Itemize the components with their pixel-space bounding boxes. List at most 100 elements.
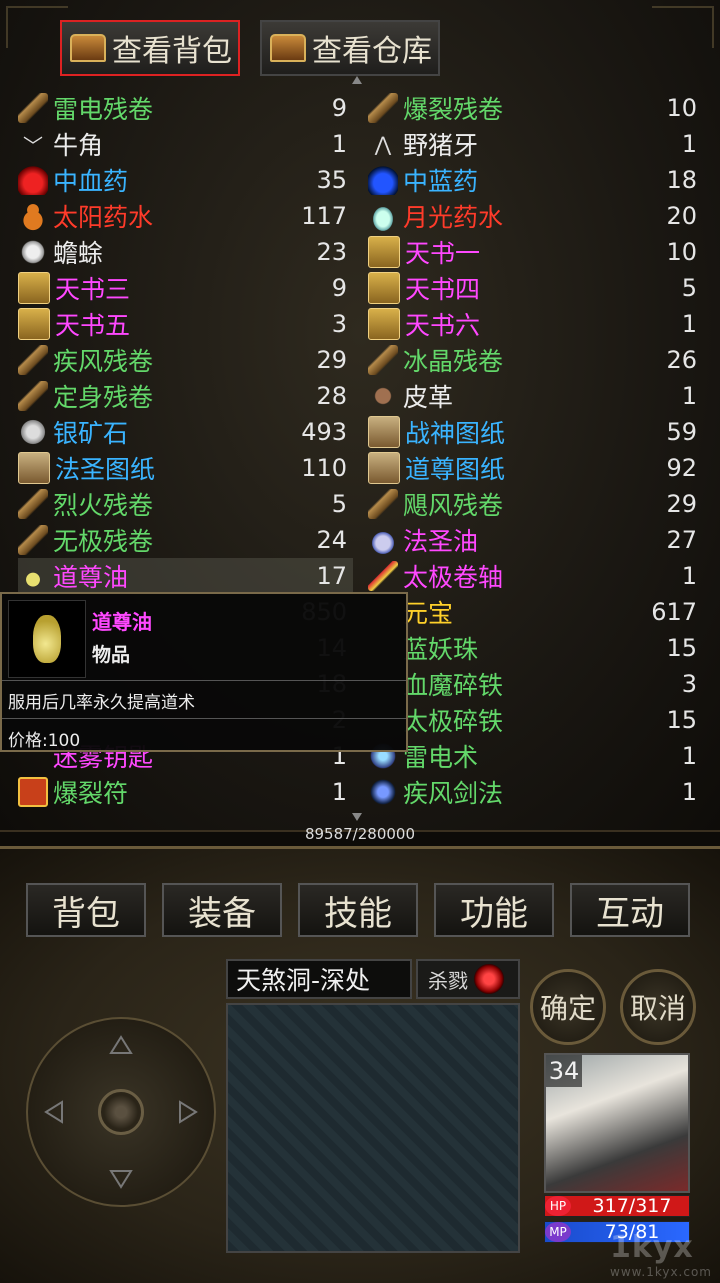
inventory-item[interactable]: 元宝 617 <box>368 594 703 630</box>
inventory-item[interactable]: 血魔碎铁 3 <box>368 666 703 702</box>
control-panel: 背包 装备 技能 功能 互动 天煞洞-深处 杀戮 确定 取消 34 HP 317… <box>0 846 720 1283</box>
item-count: 9 <box>331 94 347 122</box>
inventory-item[interactable]: 月光药水 20 <box>368 198 703 234</box>
whiteoil-icon <box>368 525 398 555</box>
skull-icon <box>474 964 504 994</box>
item-preview <box>8 600 86 678</box>
item-name: 天书一 <box>405 239 481 268</box>
hp-label: HP <box>545 1196 571 1216</box>
item-name: 定身残卷 <box>53 383 154 412</box>
chat-area[interactable] <box>226 1003 520 1253</box>
tab-view-bag[interactable]: 查看背包 <box>60 20 240 76</box>
inventory-item[interactable]: 冰晶残卷 26 <box>368 342 703 378</box>
inventory-item[interactable]: 中血药 35 <box>18 162 353 198</box>
scroll-up-arrow-icon <box>352 76 362 84</box>
item-name: 战神图纸 <box>405 419 506 448</box>
virtual-joystick[interactable] <box>26 1017 216 1207</box>
inventory-item[interactable]: 太极碎铁 15 <box>368 702 703 738</box>
inventory-item[interactable]: 太极卷轴 1 <box>368 558 703 594</box>
item-name: 太极碎铁 <box>403 707 504 736</box>
inventory-item[interactable]: 道尊油 17 <box>18 558 353 594</box>
tooltip-description: 服用后几率永久提高道术 <box>8 693 195 713</box>
item-count: 28 <box>316 382 347 410</box>
player-portrait[interactable]: 34 <box>544 1053 690 1193</box>
oil-bottle-icon <box>33 615 61 663</box>
item-count: 3 <box>681 670 697 698</box>
inventory-item[interactable]: 道尊图纸 92 <box>368 450 703 486</box>
kill-mode-button[interactable]: 杀戮 <box>416 959 520 999</box>
menu-skills-button[interactable]: 技能 <box>298 883 418 937</box>
inventory-item[interactable]: ⋀ 野猪牙 1 <box>368 126 703 162</box>
confirm-button[interactable]: 确定 <box>530 969 606 1045</box>
scroll-icon <box>18 345 48 375</box>
item-name: 牛角 <box>53 131 104 160</box>
item-name: 天书五 <box>55 311 131 340</box>
ore-icon <box>18 417 48 447</box>
inventory-item[interactable]: 爆裂符 1 <box>18 774 353 810</box>
inventory-item[interactable]: 天书四 5 <box>368 270 703 306</box>
inventory-item[interactable]: 中蓝药 18 <box>368 162 703 198</box>
item-count: 20 <box>666 202 697 230</box>
item-count: 3 <box>331 310 347 338</box>
talisman-icon <box>18 777 48 807</box>
inventory-item[interactable]: 飓风残卷 29 <box>368 486 703 522</box>
scroll-icon <box>18 489 48 519</box>
item-count: 15 <box>666 634 697 662</box>
inventory-item[interactable]: 法圣图纸 110 <box>18 450 353 486</box>
corner-ornament <box>652 6 714 48</box>
chest-icon <box>270 34 306 62</box>
scroll-down-arrow-icon <box>352 813 362 821</box>
item-count: 5 <box>331 490 347 518</box>
item-name: 冰晶残卷 <box>403 347 504 376</box>
hp-bar: HP 317/317 <box>544 1195 690 1217</box>
inventory-item[interactable]: 蓝妖珠 15 <box>368 630 703 666</box>
item-count: 10 <box>666 238 697 266</box>
spell2-icon <box>368 777 398 807</box>
inventory-item[interactable]: 爆裂残卷 10 <box>368 90 703 126</box>
item-tooltip: 道尊油 物品 服用后几率永久提高道术 价格:100 <box>0 592 408 752</box>
inventory-item[interactable]: 天书五 3 <box>18 306 353 342</box>
inventory-item[interactable]: ﹀ 牛角 1 <box>18 126 353 162</box>
kill-mode-label: 杀戮 <box>428 968 468 993</box>
inventory-item[interactable]: 定身残卷 28 <box>18 378 353 414</box>
cancel-button[interactable]: 取消 <box>620 969 696 1045</box>
item-name: 太阳药水 <box>53 203 154 232</box>
item-count: 9 <box>331 274 347 302</box>
centipede-icon <box>18 237 48 267</box>
inventory-item[interactable]: 战神图纸 59 <box>368 414 703 450</box>
inventory-item[interactable]: 蟾蜍 23 <box>18 234 353 270</box>
menu-interact-button[interactable]: 互动 <box>570 883 690 937</box>
inventory-item[interactable]: 疾风剑法 1 <box>368 774 703 810</box>
inventory-item[interactable]: 烈火残卷 5 <box>18 486 353 522</box>
menu-equipment-button[interactable]: 装备 <box>162 883 282 937</box>
inventory-item[interactable]: 天书三 9 <box>18 270 353 306</box>
joystick-knob[interactable] <box>98 1089 144 1135</box>
item-count: 26 <box>666 346 697 374</box>
inventory-item[interactable]: 天书六 1 <box>368 306 703 342</box>
item-name: 银矿石 <box>53 419 129 448</box>
scroll-icon <box>368 345 398 375</box>
inventory-item[interactable]: 皮革 1 <box>368 378 703 414</box>
inventory-item[interactable]: 雷电残卷 9 <box>18 90 353 126</box>
inventory-item[interactable]: 太阳药水 117 <box>18 198 353 234</box>
inventory-item[interactable]: 天书一 10 <box>368 234 703 270</box>
inventory-item[interactable]: 雷电术 1 <box>368 738 703 774</box>
inventory-item[interactable]: 法圣油 27 <box>368 522 703 558</box>
inventory-item[interactable]: 疾风残卷 29 <box>18 342 353 378</box>
vial-icon <box>368 201 398 231</box>
item-name: 蓝妖珠 <box>403 635 479 664</box>
watermark-domain: www.1kyx.com <box>610 1265 712 1279</box>
menu-functions-button[interactable]: 功能 <box>434 883 554 937</box>
item-count: 35 <box>316 166 347 194</box>
item-name: 疾风残卷 <box>53 347 154 376</box>
item-count: 1 <box>681 310 697 338</box>
inventory-item[interactable]: 无极残卷 24 <box>18 522 353 558</box>
player-level: 34 <box>546 1055 582 1087</box>
scroll-icon <box>18 381 48 411</box>
watermark: 1kyx www.1kyx.com <box>610 1230 712 1279</box>
menu-bag-button[interactable]: 背包 <box>26 883 146 937</box>
scroll-icon <box>368 489 398 519</box>
tab-view-warehouse[interactable]: 查看仓库 <box>260 20 440 76</box>
inventory-item[interactable]: 银矿石 493 <box>18 414 353 450</box>
item-name: 爆裂残卷 <box>403 95 504 124</box>
